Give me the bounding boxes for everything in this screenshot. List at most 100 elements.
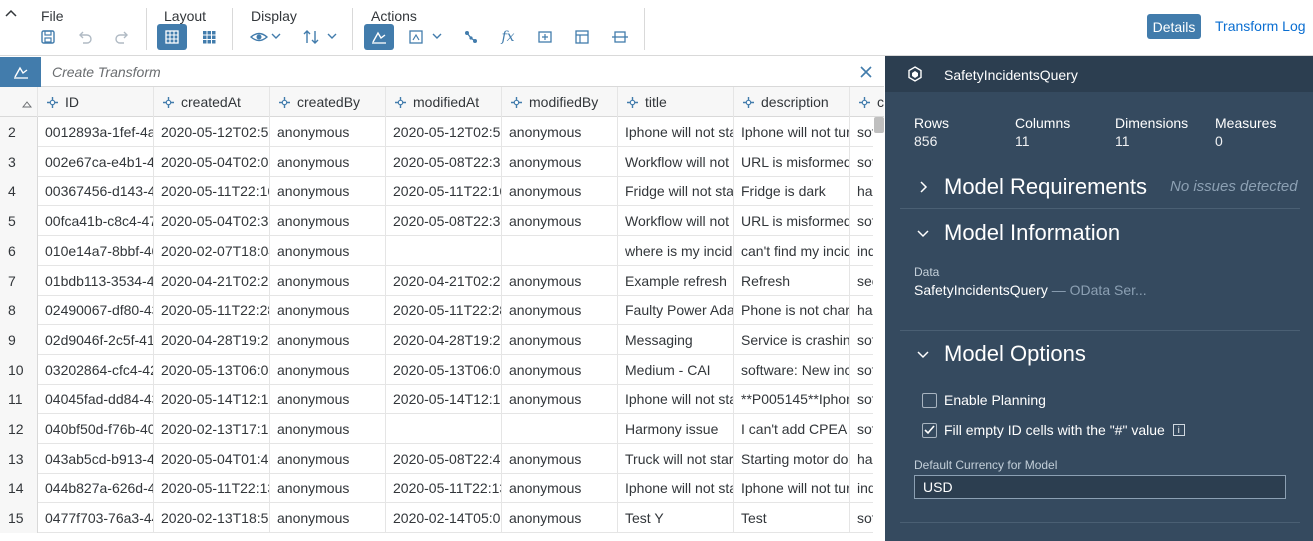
table-cell[interactable]: where is my incider — [618, 235, 734, 266]
table-cell[interactable]: 040bf50d-f76b-40f — [38, 414, 154, 444]
table-cell[interactable] — [502, 414, 618, 444]
table-cell[interactable]: Iphone will not turn — [734, 117, 850, 147]
table-cell[interactable]: Medium - CAI — [618, 354, 734, 385]
table-cell[interactable]: software: New incid — [734, 354, 850, 385]
table-row[interactable]: 4 00367456-d143-42 2020-05-11T22:16: anonym… — [0, 176, 884, 207]
table-cell[interactable]: 2020-05-12T02:55 — [386, 117, 502, 147]
details-button[interactable]: Details — [1147, 14, 1201, 39]
table-cell[interactable]: 2020-02-07T18:04 — [154, 235, 270, 266]
table-cell[interactable]: Fridge will not stay — [618, 176, 734, 207]
table-cell[interactable]: 2020-05-08T22:30 — [386, 206, 502, 237]
table-row[interactable]: 2 0012893a-1fef-4ab 2020-05-12T02:55 anonym… — [0, 117, 884, 147]
table-cell[interactable]: anonymous — [270, 146, 386, 177]
column-header[interactable]: createdAt — [154, 87, 270, 117]
table-row[interactable]: 12 040bf50d-f76b-40f 2020-02-13T17:19 anony… — [0, 414, 884, 444]
table-cell[interactable]: 2020-05-08T22:35 — [386, 146, 502, 177]
info-icon[interactable]: i — [1172, 424, 1185, 436]
table-row[interactable]: 15 0477f703-76a3-44 2020-02-13T18:52 anonym… — [0, 503, 884, 534]
undo-icon[interactable] — [72, 25, 98, 49]
model-options-header[interactable]: Model Options — [900, 337, 1086, 371]
redo-icon[interactable] — [109, 25, 135, 49]
column-header[interactable]: ca — [850, 87, 884, 117]
table-cell[interactable]: anonymous — [502, 384, 618, 415]
table-cell[interactable]: 2020-02-13T18:52 — [154, 503, 270, 534]
table-cell[interactable]: anonymous — [502, 176, 618, 207]
scrollbar-thumb[interactable] — [874, 117, 884, 133]
model-requirements-header[interactable]: Model Requirements — [900, 170, 1147, 204]
table-cell[interactable]: 02490067-df80-43 — [38, 295, 154, 326]
table-cell[interactable] — [502, 235, 618, 266]
table-cell[interactable]: anonymous — [502, 324, 618, 355]
table-row[interactable]: 5 00fca41b-c8c4-47a 2020-05-04T02:33 anonym… — [0, 206, 884, 237]
formula-icon[interactable]: fx — [495, 25, 521, 49]
fill-empty-id-option[interactable]: Fill empty ID cells with the "#" value i — [922, 422, 1185, 438]
table-cell[interactable]: 2020-05-04T02:05 — [154, 146, 270, 177]
table-cell[interactable]: 2020-02-13T17:19 — [154, 414, 270, 444]
table-cell[interactable]: anonymous — [502, 265, 618, 296]
table-cell[interactable]: anonymous — [502, 206, 618, 237]
table-row[interactable]: 7 01bdb113-3534-49 2020-04-21T02:23 anonymo… — [0, 265, 884, 296]
table-cell[interactable]: Truck will not start — [618, 443, 734, 474]
table-cell[interactable]: 2020-05-11T22:13: — [386, 473, 502, 504]
level-based-hierarchy-icon[interactable] — [569, 25, 595, 49]
table-cell[interactable]: anonymous — [270, 384, 386, 415]
table-cell[interactable]: 2020-05-08T22:43 — [386, 443, 502, 474]
split-column-icon[interactable] — [607, 25, 633, 49]
table-cell[interactable]: 010e14a7-8bbf-40- — [38, 235, 154, 266]
table-cell[interactable]: anonymous — [270, 354, 386, 385]
table-cell[interactable]: can't find my incide — [734, 235, 850, 266]
table-cell[interactable]: 00fca41b-c8c4-47a — [38, 206, 154, 237]
model-information-header[interactable]: Model Information — [900, 216, 1120, 250]
grid-view-icon[interactable] — [157, 24, 187, 50]
table-row[interactable]: 13 043ab5cd-b913-4e 2020-05-04T01:46 anonym… — [0, 443, 884, 474]
table-cell[interactable]: Iphone will not star — [618, 117, 734, 147]
geo-enrichment-icon[interactable] — [403, 25, 429, 49]
table-row[interactable]: 9 02d9046f-2c5f-416 2020-04-28T19:21 anonym… — [0, 324, 884, 355]
visibility-icon[interactable] — [246, 25, 272, 49]
close-icon[interactable] — [858, 64, 874, 80]
column-header[interactable]: title — [618, 87, 734, 117]
row-number-header[interactable] — [0, 87, 38, 117]
table-row[interactable]: 8 02490067-df80-43 2020-05-11T22:28: anonym… — [0, 295, 884, 326]
table-cell[interactable]: anonymous — [502, 473, 618, 504]
table-cell[interactable]: 04045fad-dd84-43 — [38, 384, 154, 415]
table-cell[interactable]: 02d9046f-2c5f-416 — [38, 324, 154, 355]
chevron-down-icon[interactable] — [271, 33, 281, 40]
table-cell[interactable]: anonymous — [502, 295, 618, 326]
table-cell[interactable]: 0477f703-76a3-44 — [38, 503, 154, 534]
table-cell[interactable]: anonymous — [502, 443, 618, 474]
table-row[interactable]: 10 03202864-cfc4-422 2020-05-13T06:08 anony… — [0, 354, 884, 385]
column-header[interactable]: modifiedBy — [502, 87, 618, 117]
table-cell[interactable]: Test Y — [618, 503, 734, 534]
table-cell[interactable]: anonymous — [270, 117, 386, 147]
table-cell[interactable]: 2020-04-28T19:21 — [154, 324, 270, 355]
transform-log-link[interactable]: Transform Log — [1215, 18, 1306, 34]
default-currency-input[interactable]: USD — [914, 475, 1286, 499]
table-cell[interactable]: Harmony issue — [618, 414, 734, 444]
table-cell[interactable]: anonymous — [270, 176, 386, 207]
table-cell[interactable]: 03202864-cfc4-422 — [38, 354, 154, 385]
table-cell[interactable]: 002e67ca-e4b1-42 — [38, 146, 154, 177]
enable-planning-checkbox[interactable] — [922, 392, 937, 408]
table-cell[interactable]: I can't add CPEA o — [734, 414, 850, 444]
table-cell[interactable]: anonymous — [270, 265, 386, 296]
table-cell[interactable]: Example refresh — [618, 265, 734, 296]
table-cell[interactable]: 2020-05-04T01:46 — [154, 443, 270, 474]
table-cell[interactable]: anonymous — [270, 503, 386, 534]
table-cell[interactable]: anonymous — [270, 473, 386, 504]
table-cell[interactable]: 043ab5cd-b913-4e — [38, 443, 154, 474]
sort-icon[interactable] — [298, 25, 324, 49]
table-row[interactable]: 11 04045fad-dd84-43 2020-05-14T12:17 anonym… — [0, 384, 884, 415]
table-cell[interactable]: Service is crashing — [734, 324, 850, 355]
table-cell[interactable]: Starting motor does — [734, 443, 850, 474]
chevron-down-icon[interactable] — [327, 33, 337, 40]
column-header[interactable]: description — [734, 87, 850, 117]
table-cell[interactable]: 2020-05-13T06:08 — [386, 354, 502, 385]
table-cell[interactable]: Faulty Power Adap — [618, 295, 734, 326]
table-cell[interactable]: 2020-05-14T12:17 — [386, 384, 502, 415]
table-cell[interactable]: 2020-05-04T02:33 — [154, 206, 270, 237]
save-icon[interactable] — [35, 25, 61, 49]
table-cell[interactable]: anonymous — [502, 117, 618, 147]
table-cell[interactable]: anonymous — [502, 354, 618, 385]
column-header[interactable]: createdBy — [270, 87, 386, 117]
